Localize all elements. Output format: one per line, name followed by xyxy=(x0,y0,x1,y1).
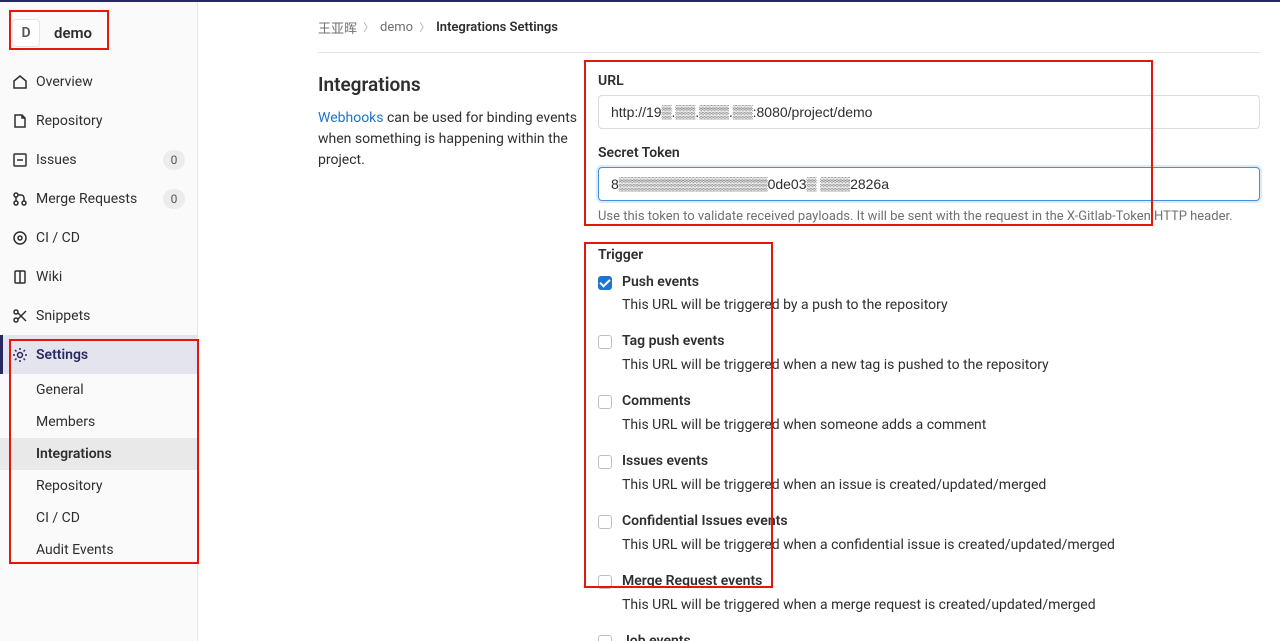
token-input[interactable] xyxy=(598,167,1260,201)
sub-item-label: Members xyxy=(36,414,95,430)
webhooks-link[interactable]: Webhooks xyxy=(318,110,384,126)
sidebar-item-issues[interactable]: Issues 0 xyxy=(0,140,197,179)
section-description: Webhooks can be used for binding events … xyxy=(318,108,578,171)
url-label: URL xyxy=(598,73,1260,89)
sub-item-cicd[interactable]: CI / CD xyxy=(0,502,197,534)
sidebar-item-label: Issues xyxy=(36,152,163,168)
sub-item-members[interactable]: Members xyxy=(0,406,197,438)
trigger-desc: This URL will be triggered by a push to … xyxy=(622,294,1260,316)
sidebar-item-wiki[interactable]: Wiki xyxy=(0,257,197,296)
sidebar-item-label: Snippets xyxy=(36,308,185,324)
gear-icon xyxy=(12,347,28,363)
trigger-item-mr: Merge Request events This URL will be tr… xyxy=(598,572,1260,616)
trigger-checkbox-conf-issues[interactable] xyxy=(598,515,612,529)
mr-badge: 0 xyxy=(163,189,185,209)
trigger-name: Confidential Issues events xyxy=(622,512,1260,532)
trigger-checkbox-tag[interactable] xyxy=(598,335,612,349)
sub-item-general[interactable]: General xyxy=(0,374,197,406)
sidebar-item-label: Repository xyxy=(36,113,185,129)
trigger-desc: This URL will be triggered when a confid… xyxy=(622,534,1260,556)
settings-submenu: General Members Integrations Repository … xyxy=(0,374,197,566)
trigger-desc: This URL will be triggered when a new ta… xyxy=(622,354,1260,376)
trigger-item-issues: Issues events This URL will be triggered… xyxy=(598,452,1260,496)
trigger-desc: This URL will be triggered when someone … xyxy=(622,414,1260,436)
url-input[interactable] xyxy=(598,95,1260,129)
home-icon xyxy=(12,74,28,90)
sub-item-integrations[interactable]: Integrations xyxy=(0,438,197,470)
trigger-checkbox-issues[interactable] xyxy=(598,455,612,469)
main-content: 王亚晖 〉 demo 〉 Integrations Settings Integ… xyxy=(198,2,1280,641)
trigger-name: Issues events xyxy=(622,452,1260,472)
breadcrumb-project[interactable]: demo xyxy=(380,20,413,35)
trigger-checkbox-push[interactable] xyxy=(598,276,612,290)
trigger-item-job: Job events This URL will be triggered wh… xyxy=(598,632,1260,641)
trigger-item-tag: Tag push events This URL will be trigger… xyxy=(598,332,1260,376)
trigger-desc: This URL will be triggered when an issue… xyxy=(622,474,1260,496)
sidebar-item-label: Wiki xyxy=(36,269,185,285)
sidebar-item-label: Merge Requests xyxy=(36,191,163,207)
sidebar: D demo Overview Repository Issues 0 Merg… xyxy=(0,2,198,641)
scissors-icon xyxy=(12,308,28,324)
trigger-checkbox-job[interactable] xyxy=(598,635,612,641)
chevron-right-icon: 〉 xyxy=(363,19,374,35)
trigger-item-conf-issues: Confidential Issues events This URL will… xyxy=(598,512,1260,556)
token-label: Secret Token xyxy=(598,145,1260,161)
sub-item-label: CI / CD xyxy=(36,510,80,526)
sidebar-item-repository[interactable]: Repository xyxy=(0,101,197,140)
trigger-name: Comments xyxy=(622,392,1260,412)
breadcrumb-user[interactable]: 王亚晖 xyxy=(318,18,357,37)
trigger-name: Tag push events xyxy=(622,332,1260,352)
project-name: demo xyxy=(54,24,92,42)
trigger-name: Merge Request events xyxy=(622,572,1260,592)
trigger-name: Push events xyxy=(622,273,1260,293)
trigger-desc: This URL will be triggered when a merge … xyxy=(622,594,1260,616)
sidebar-item-merge-requests[interactable]: Merge Requests 0 xyxy=(0,179,197,218)
sidebar-item-label: Overview xyxy=(36,74,185,90)
project-header[interactable]: D demo xyxy=(0,12,197,54)
breadcrumb-page[interactable]: Integrations Settings xyxy=(436,20,558,35)
sub-item-label: General xyxy=(36,382,84,398)
sub-item-label: Integrations xyxy=(36,446,112,462)
issues-icon xyxy=(12,152,28,168)
sidebar-item-settings[interactable]: Settings xyxy=(0,335,197,374)
token-help-text: Use this token to validate received payl… xyxy=(598,207,1260,227)
breadcrumb: 王亚晖 〉 demo 〉 Integrations Settings xyxy=(318,2,1260,52)
sub-item-repository[interactable]: Repository xyxy=(0,470,197,502)
page-title: Integrations xyxy=(318,73,578,96)
merge-icon xyxy=(12,191,28,207)
trigger-name: Job events xyxy=(622,632,1260,641)
sub-item-label: Audit Events xyxy=(36,542,114,558)
book-icon xyxy=(12,269,28,285)
rocket-icon xyxy=(12,230,28,246)
issues-badge: 0 xyxy=(163,150,185,170)
sidebar-item-cicd[interactable]: CI / CD xyxy=(0,218,197,257)
file-icon xyxy=(12,113,28,129)
chevron-right-icon: 〉 xyxy=(419,19,430,35)
project-avatar: D xyxy=(12,19,40,47)
sidebar-item-label: CI / CD xyxy=(36,230,185,246)
trigger-checkbox-comments[interactable] xyxy=(598,395,612,409)
sidebar-item-overview[interactable]: Overview xyxy=(0,62,197,101)
sidebar-item-snippets[interactable]: Snippets xyxy=(0,296,197,335)
sidebar-item-label: Settings xyxy=(36,347,185,363)
trigger-item-comments: Comments This URL will be triggered when… xyxy=(598,392,1260,436)
sub-item-label: Repository xyxy=(36,478,102,494)
trigger-item-push: Push events This URL will be triggered b… xyxy=(598,273,1260,317)
trigger-label: Trigger xyxy=(598,247,1260,263)
sub-item-audit[interactable]: Audit Events xyxy=(0,534,197,566)
trigger-checkbox-mr[interactable] xyxy=(598,575,612,589)
